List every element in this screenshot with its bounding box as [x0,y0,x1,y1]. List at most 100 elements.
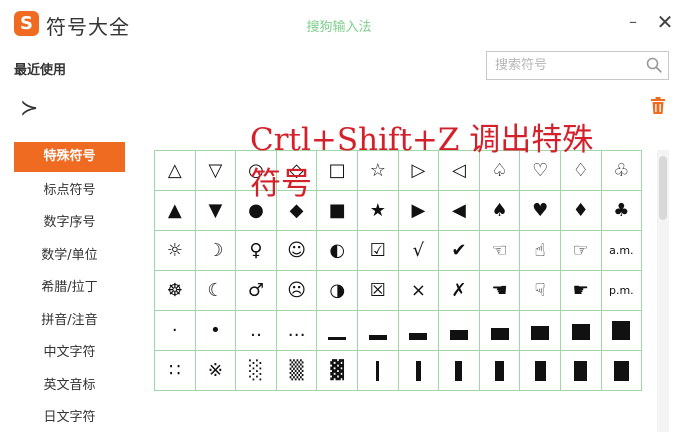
symbol-cell[interactable] [439,351,480,391]
symbol-cell[interactable]: ☾ [195,271,237,311]
symbol-cell[interactable] [601,311,642,351]
symbol-glyph: ☺ [287,240,306,261]
sidebar-item[interactable]: 英文音标 [14,370,125,403]
symbol-cell[interactable]: ▷ [398,151,440,191]
sidebar-item[interactable]: 数学/单位 [14,240,125,273]
symbol-cell[interactable]: p.m. [601,271,642,311]
symbol-cell[interactable]: ♠ [479,191,521,231]
symbol-cell[interactable]: ◑ [317,271,358,311]
sidebar-item[interactable]: 希腊/拉丁 [14,272,125,305]
symbol-cell[interactable]: a.m. [601,231,642,271]
symbol-cell[interactable]: … [276,311,318,351]
search-icon[interactable] [646,57,662,73]
symbol-cell[interactable]: ◐ [317,231,358,271]
symbol-cell[interactable]: ♂ [236,271,277,311]
symbol-glyph [415,360,421,381]
symbol-glyph: · [171,320,178,341]
symbol-cell[interactable]: ☜ [479,231,521,271]
symbol-glyph: ♀ [249,240,263,261]
symbol-cell[interactable]: ▶ [398,191,440,231]
symbol-cell[interactable] [357,311,399,351]
recent-symbol[interactable]: ≻ [20,96,38,121]
symbol-cell[interactable]: ♧ [601,151,642,191]
symbol-glyph: … [287,320,306,341]
symbol-cell[interactable]: ☸ [155,271,196,311]
symbol-cell[interactable]: ● [236,191,277,231]
symbol-cell[interactable] [479,351,521,391]
symbol-cell[interactable]: ☟ [520,271,561,311]
symbol-cell[interactable]: ♡ [520,151,561,191]
symbol-cell[interactable]: • [195,311,237,351]
symbol-cell[interactable]: ♤ [479,151,521,191]
symbol-glyph: ● [248,200,264,221]
symbol-cell[interactable]: ♥ [520,191,561,231]
symbol-cell[interactable]: ☚ [479,271,521,311]
symbol-cell[interactable]: ▒ [276,351,318,391]
symbol-cell[interactable] [357,351,399,391]
symbol-cell[interactable]: ♣ [601,191,642,231]
symbol-cell[interactable]: ‥ [236,311,277,351]
symbol-cell[interactable]: ✗ [439,271,480,311]
symbol-cell[interactable] [560,311,602,351]
sidebar-item[interactable]: 日文字符 [14,402,125,432]
symbol-cell[interactable] [398,311,440,351]
symbol-cell[interactable]: ▓ [317,351,358,391]
sidebar-item[interactable]: 标点符号 [14,175,125,208]
symbol-cell[interactable]: ▲ [155,191,196,231]
symbol-cell[interactable]: ☛ [560,271,602,311]
brand-label: 搜狗输入法 [306,20,372,35]
symbol-glyph: ♧ [613,160,630,181]
sidebar-item[interactable]: 中文字符 [14,337,125,370]
symbol-cell[interactable]: ☝ [520,231,561,271]
symbol-cell[interactable]: ★ [357,191,399,231]
symbol-cell[interactable]: ▼ [195,191,237,231]
sidebar-item[interactable]: 数字序号 [14,207,125,240]
symbol-cell[interactable]: ∷ [155,351,196,391]
symbol-cell[interactable]: × [398,271,440,311]
symbol-cell[interactable] [479,311,521,351]
symbol-cell[interactable]: ◆ [276,191,318,231]
search-input[interactable] [487,52,637,79]
symbol-cell[interactable]: ♢ [560,151,602,191]
symbol-cell[interactable]: ○ [236,151,277,191]
symbol-cell[interactable]: ♀ [236,231,277,271]
symbol-cell[interactable]: ☑ [357,231,399,271]
symbol-cell[interactable] [560,351,602,391]
symbol-cell[interactable]: · [155,311,196,351]
symbol-cell[interactable]: ◇ [276,151,318,191]
symbol-glyph: ☚ [491,280,508,301]
symbol-cell[interactable]: ◁ [439,151,480,191]
symbol-cell[interactable]: ◀ [439,191,480,231]
symbol-cell[interactable]: ✔ [439,231,480,271]
symbol-cell[interactable] [439,311,480,351]
symbol-cell[interactable]: √ [398,231,440,271]
sidebar-item[interactable]: 拼音/注音 [14,305,125,338]
symbol-cell[interactable]: ♦ [560,191,602,231]
symbol-cell[interactable]: ☒ [357,271,399,311]
symbol-cell[interactable]: ☆ [357,151,399,191]
symbol-cell[interactable]: ☺ [276,231,318,271]
close-button[interactable]: ✕ [656,10,674,34]
symbol-cell[interactable]: □ [317,151,358,191]
symbol-cell[interactable]: ☞ [560,231,602,271]
symbol-cell[interactable] [601,351,642,391]
symbol-cell[interactable]: △ [155,151,196,191]
symbol-glyph: ◀ [452,200,466,221]
symbol-cell[interactable]: ■ [317,191,358,231]
symbol-cell[interactable] [520,351,561,391]
search-box[interactable] [486,51,669,80]
minimize-button[interactable]: – [626,12,640,32]
scroll-thumb[interactable] [659,156,667,220]
sidebar-item[interactable]: 特殊符号 [14,142,125,172]
symbol-cell[interactable] [317,311,358,351]
symbol-cell[interactable]: ☼ [155,231,196,271]
symbol-cell[interactable]: ※ [195,351,237,391]
symbol-cell[interactable]: ░ [236,351,277,391]
symbol-cell[interactable]: ☽ [195,231,237,271]
symbol-cell[interactable]: ▽ [195,151,237,191]
symbol-cell[interactable] [398,351,440,391]
symbol-cell[interactable]: ☹ [276,271,318,311]
symbol-cell[interactable] [520,311,561,351]
trash-icon[interactable] [651,97,665,114]
scrollbar[interactable] [657,150,669,432]
